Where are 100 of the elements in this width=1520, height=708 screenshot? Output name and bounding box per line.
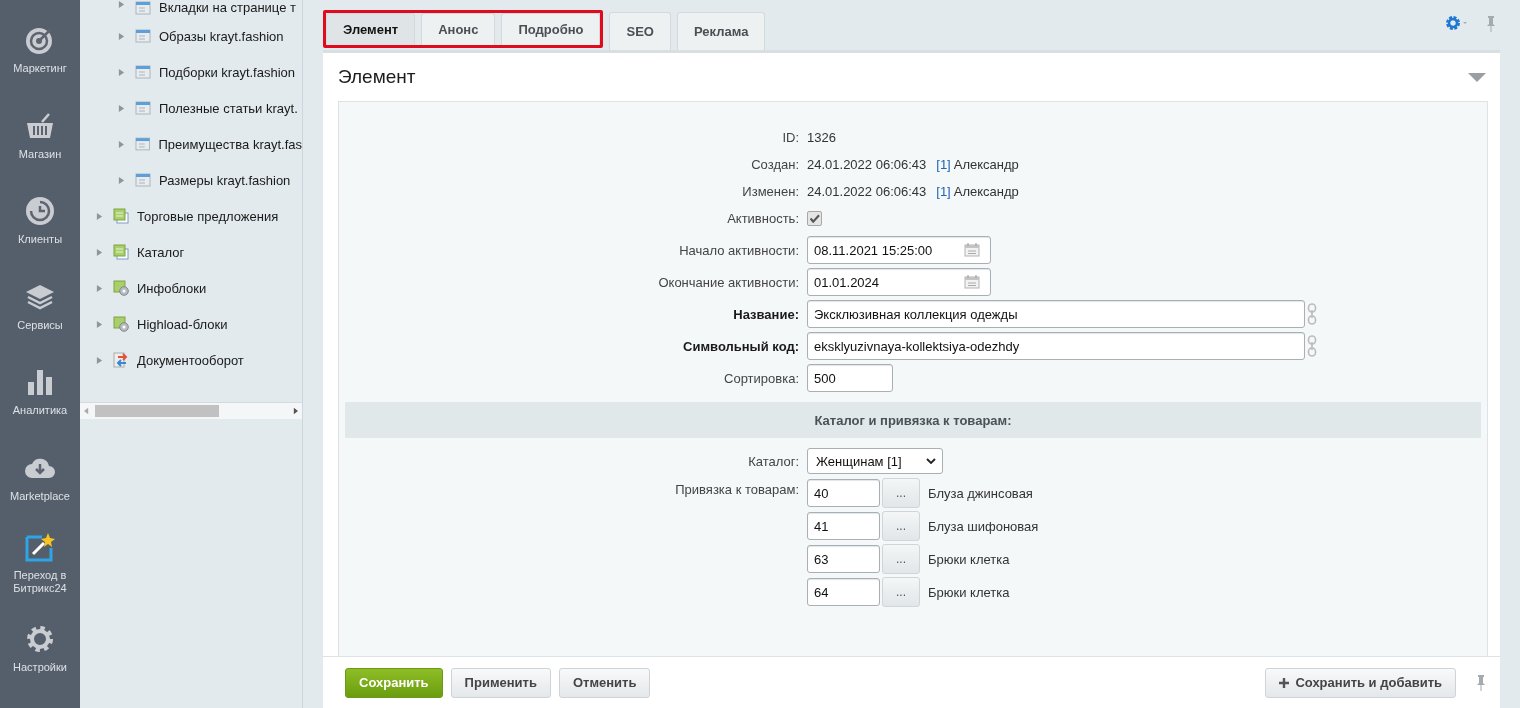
exchange-arrows-icon (113, 352, 129, 368)
browse-button[interactable]: ... (882, 511, 920, 541)
tree-item[interactable]: Преимущества krayt.fas (96, 126, 302, 162)
field-label: Окончание активности: (657, 274, 799, 290)
field-label: Создан: (750, 157, 799, 172)
field-value: 24.01.2022 06:06:43 (807, 157, 927, 172)
rail-item[interactable]: Аналитика (0, 366, 80, 452)
field-label: Каталог: (747, 453, 799, 469)
expand-arrow-icon[interactable] (118, 67, 125, 77)
rail-item[interactable]: Магазин (0, 109, 80, 195)
expand-arrow-icon[interactable] (96, 319, 103, 329)
horizontal-scrollbar[interactable] (80, 403, 302, 419)
rail-item[interactable]: Переход в Битрикс24 (0, 531, 80, 623)
rail-item[interactable]: Сервисы (0, 280, 80, 366)
tree-item[interactable]: Вкладки на странице т (96, 0, 302, 18)
scroll-right-icon[interactable] (293, 407, 298, 415)
tree-item[interactable]: Полезные статьи krayt. (96, 90, 302, 126)
tree-item[interactable]: Подборки krayt.fashion (96, 54, 302, 90)
stack-icon (113, 208, 129, 224)
id-field[interactable]: 41 (807, 512, 880, 540)
rail-item[interactable]: Клиенты (0, 195, 80, 281)
tree-item[interactable]: Документооборот (96, 342, 302, 378)
rail-item[interactable]: Marketplace (0, 451, 80, 532)
expand-arrow-icon[interactable] (118, 175, 125, 185)
list-icon (135, 28, 151, 44)
date-field[interactable]: 08.11.2021 15:25:00 (807, 236, 991, 264)
expand-arrow-icon[interactable] (118, 103, 125, 113)
settings-icon[interactable] (1446, 16, 1468, 30)
list-icon (135, 100, 151, 116)
expand-arrow-icon[interactable] (96, 211, 103, 221)
expand-arrow-icon[interactable] (118, 0, 125, 9)
tree-item[interactable]: Каталог (96, 234, 302, 270)
calendar-icon[interactable] (964, 275, 980, 289)
pin-icon[interactable] (1476, 674, 1486, 691)
list-icon (134, 136, 151, 152)
expand-arrow-icon[interactable] (96, 247, 103, 257)
text-field[interactable]: 500 (807, 364, 893, 392)
id-field[interactable]: 40 (807, 479, 880, 507)
footer-button[interactable]: Применить (450, 667, 551, 698)
browse-button[interactable]: ... (882, 478, 920, 508)
checkbox[interactable] (807, 211, 822, 226)
field-label: ID: (781, 130, 799, 145)
field-label: Название: (732, 306, 799, 322)
browse-button[interactable]: ... (882, 544, 920, 574)
product-name: Блуза шифоновая (928, 518, 1039, 534)
chevron-down-icon (926, 458, 936, 464)
field-label: Символьный код: (682, 338, 799, 354)
calendar-icon[interactable] (964, 243, 980, 257)
tab[interactable]: Элемент (326, 13, 416, 45)
id-field[interactable]: 63 (807, 545, 880, 573)
module-gear-icon (113, 316, 129, 332)
catalog-select[interactable]: Женщинам [1] (807, 448, 943, 474)
tree-item[interactable]: Размеры krayt.fashion (96, 162, 302, 198)
product-name: Брюки клетка (928, 584, 1010, 600)
tree-item[interactable]: Торговые предложения (96, 198, 302, 234)
tree-item[interactable]: Инфоблоки (96, 270, 302, 306)
expand-arrow-icon[interactable] (96, 355, 103, 365)
id-field[interactable]: 64 (807, 578, 880, 606)
chain-link-icon[interactable] (1307, 335, 1317, 357)
text-field[interactable]: eksklyuzivnaya-kollektsiya-odezhdy (807, 332, 1305, 360)
tree-item[interactable]: Образы krayt.fashion (96, 18, 302, 54)
rail-item[interactable]: Маркетинг (0, 24, 80, 110)
chain-link-icon[interactable] (1307, 303, 1317, 325)
user-link[interactable]: [1] (936, 184, 951, 199)
section-heading: Каталог и привязка к товарам: (345, 402, 1481, 438)
user-name: Александр (953, 157, 1019, 172)
product-name: Брюки клетка (928, 551, 1010, 567)
save-and-add-button[interactable]: Сохранить и добавить (1265, 667, 1456, 698)
magic-wand-icon (24, 531, 56, 564)
product-name: Блуза джинсовая (928, 485, 1033, 501)
field-label: Начало активности: (678, 242, 799, 258)
field-label: Сортировка: (723, 370, 799, 386)
tab[interactable]: Анонс (421, 13, 496, 45)
list-icon (135, 64, 151, 80)
rail-item[interactable]: Настройки (0, 622, 80, 708)
scroll-left-icon[interactable] (84, 407, 89, 415)
tab[interactable]: Подробно (501, 13, 601, 45)
tab[interactable]: Реклама (676, 12, 766, 50)
collapse-arrow-icon[interactable] (1468, 72, 1486, 82)
text-field[interactable]: Эксклюзивная коллекция одежды (807, 300, 1305, 328)
field-value: 1326 (807, 130, 836, 145)
expand-arrow-icon[interactable] (118, 139, 125, 149)
list-icon (135, 172, 151, 188)
field-label: Привязка к товарам: (674, 481, 799, 497)
tree-item[interactable]: Highload-блоки (96, 306, 302, 342)
stack-icon (113, 244, 129, 260)
pin-icon[interactable] (1486, 16, 1496, 32)
user-link[interactable]: [1] (936, 157, 951, 172)
expand-arrow-icon[interactable] (96, 283, 103, 293)
expand-arrow-icon[interactable] (118, 31, 125, 41)
footer-button[interactable]: Отменить (558, 667, 651, 698)
date-field[interactable]: 01.01.2024 (807, 268, 991, 296)
browse-button[interactable]: ... (882, 577, 920, 607)
module-gear-icon (113, 280, 129, 296)
tab[interactable]: SEO (609, 12, 671, 50)
user-name: Александр (953, 184, 1019, 199)
field-value: 24.01.2022 06:06:43 (807, 184, 927, 199)
plus-icon (1279, 677, 1290, 688)
field-label: Изменен: (741, 184, 799, 199)
field-label: Активность: (726, 211, 799, 226)
